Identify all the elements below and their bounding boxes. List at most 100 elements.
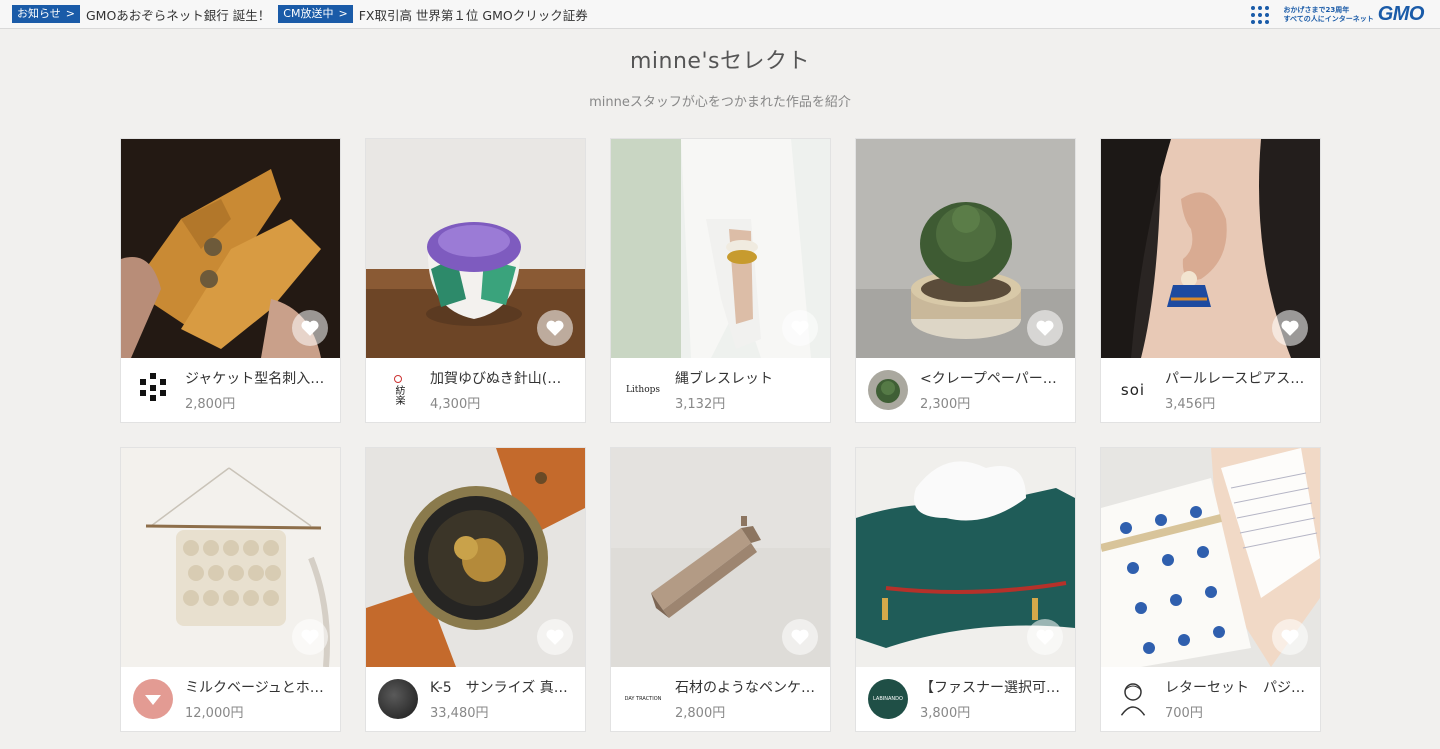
product-card[interactable]: LABINANDO 【ファスナー選択可】… 3,800円: [855, 447, 1076, 732]
product-image: [121, 139, 340, 358]
favorite-button[interactable]: [1027, 310, 1063, 346]
shop-avatar[interactable]: [133, 679, 173, 719]
snowflake-logo-icon: [140, 373, 166, 401]
shop-logo-text: 紡楽: [393, 385, 404, 405]
product-title[interactable]: ジャケット型名刺入…: [185, 368, 328, 388]
product-info: K-5 サンライズ 真… 33,480円: [366, 667, 585, 731]
section-title: minne'sセレクト: [630, 49, 810, 74]
favorite-button[interactable]: [292, 310, 328, 346]
product-title[interactable]: K-5 サンライズ 真…: [430, 677, 573, 697]
product-price: 3,800円: [920, 706, 971, 721]
product-card[interactable]: ミルクベージュとホ… 12,000円: [120, 447, 341, 732]
product-image: [856, 448, 1075, 667]
product-image: [856, 139, 1075, 358]
heart-icon: [1281, 629, 1299, 645]
gmo-topbar: お知らせ > GMOあおぞらネット銀行 誕生！ CM放送中 > FX取引高 世界第１…: [0, 0, 1440, 29]
heart-icon: [1036, 320, 1054, 336]
shop-logo-text: Lithops: [625, 385, 661, 395]
product-card[interactable]: ジャケット型名刺入… 2,800円: [120, 138, 341, 423]
favorite-button[interactable]: [537, 619, 573, 655]
product-grid: ジャケット型名刺入… 2,800円 紡楽 加賀ゆびぬき針山(小… 4,300円 …: [120, 138, 1321, 732]
section-heading: minne'sセレクト minneスタッフが心をつかまれた作品を紹介: [0, 43, 1440, 110]
heart-icon: [791, 320, 809, 336]
product-title[interactable]: パールレースピアス…: [1165, 368, 1308, 388]
gmo-group-area: おかげさまで23周年 すべての人にインターネット GMO: [1251, 3, 1425, 26]
product-card[interactable]: soi パールレースピアス… 3,456円: [1100, 138, 1321, 423]
product-price: 4,300円: [430, 397, 481, 412]
heart-icon: [301, 629, 319, 645]
heart-icon: [546, 629, 564, 645]
product-image: [366, 448, 585, 667]
shop-logo-text: LABINANDO: [873, 696, 903, 702]
cm-tag[interactable]: CM放送中 >: [278, 5, 353, 23]
product-info: DAY TRACTION 石材のようなペンケ… 2,800円: [611, 667, 830, 731]
shop-avatar[interactable]: [378, 679, 418, 719]
favorite-button[interactable]: [782, 619, 818, 655]
favorite-button[interactable]: [292, 619, 328, 655]
shop-logo-icon: [145, 695, 161, 705]
product-title[interactable]: レターセット パジ…: [1165, 677, 1308, 697]
product-price: 33,480円: [430, 706, 489, 721]
shop-avatar[interactable]: DAY TRACTION: [623, 679, 663, 719]
gmo-tagline: おかげさまで23周年 すべての人にインターネット: [1283, 5, 1374, 23]
favorite-button[interactable]: [782, 310, 818, 346]
news-link-bank[interactable]: GMOあおぞらネット銀行 誕生！: [86, 5, 270, 24]
product-info: Lithops 縄ブレスレット 3,132円: [611, 358, 830, 422]
shop-avatar[interactable]: [868, 370, 908, 410]
heart-icon: [301, 320, 319, 336]
product-title[interactable]: 【ファスナー選択可】…: [920, 677, 1063, 697]
shop-logo-text: soi: [1120, 381, 1146, 399]
product-title[interactable]: <クレープペーパーク…: [920, 368, 1063, 388]
favorite-button[interactable]: [1272, 310, 1308, 346]
product-card[interactable]: Lithops 縄ブレスレット 3,132円: [610, 138, 831, 423]
product-card[interactable]: レターセット パジ… 700円: [1100, 447, 1321, 732]
product-image: [1101, 448, 1320, 667]
product-price: 12,000円: [185, 706, 244, 721]
heart-icon: [546, 320, 564, 336]
product-image: [1101, 139, 1320, 358]
product-info: ミルクベージュとホ… 12,000円: [121, 667, 340, 731]
apps-grid-icon[interactable]: [1251, 5, 1270, 24]
shop-avatar[interactable]: soi: [1113, 370, 1153, 410]
shop-avatar[interactable]: [1113, 679, 1153, 719]
product-info: LABINANDO 【ファスナー選択可】… 3,800円: [856, 667, 1075, 731]
product-info: <クレープペーパーク… 2,300円: [856, 358, 1075, 422]
product-title[interactable]: 石材のようなペンケ…: [675, 677, 818, 697]
product-info: soi パールレースピアス… 3,456円: [1101, 358, 1320, 422]
gmo-logo: GMO: [1377, 3, 1425, 25]
product-price: 2,800円: [675, 706, 726, 721]
product-price: 2,800円: [185, 397, 236, 412]
shop-avatar[interactable]: [133, 370, 173, 410]
product-image: [366, 139, 585, 358]
product-image: [121, 448, 340, 667]
notice-tag[interactable]: お知らせ >: [12, 5, 80, 23]
gmo-logo-link[interactable]: おかげさまで23周年 すべての人にインターネット GMO: [1283, 3, 1424, 26]
heart-icon: [791, 629, 809, 645]
circle-logo-icon: [394, 375, 402, 383]
product-title[interactable]: 縄ブレスレット: [675, 368, 818, 388]
section-subtitle: minneスタッフが心をつかまれた作品を紹介: [589, 95, 851, 110]
product-card[interactable]: 紡楽 加賀ゆびぬき針山(小… 4,300円: [365, 138, 586, 423]
artichoke-avatar-icon: [876, 379, 900, 403]
shop-avatar[interactable]: 紡楽: [378, 370, 418, 410]
product-price: 2,300円: [920, 397, 971, 412]
shop-logo-text: DAY TRACTION: [624, 696, 662, 702]
shop-avatar[interactable]: LABINANDO: [868, 679, 908, 719]
favorite-button[interactable]: [1027, 619, 1063, 655]
product-price: 700円: [1165, 706, 1203, 721]
product-image: [611, 448, 830, 667]
product-price: 3,132円: [675, 397, 726, 412]
favorite-button[interactable]: [537, 310, 573, 346]
product-card[interactable]: K-5 サンライズ 真… 33,480円: [365, 447, 586, 732]
product-card[interactable]: <クレープペーパーク… 2,300円: [855, 138, 1076, 423]
product-image: [611, 139, 830, 358]
shop-avatar[interactable]: Lithops: [623, 370, 663, 410]
favorite-button[interactable]: [1272, 619, 1308, 655]
heart-icon: [1036, 629, 1054, 645]
product-info: 紡楽 加賀ゆびぬき針山(小… 4,300円: [366, 358, 585, 422]
product-title[interactable]: ミルクベージュとホ…: [185, 677, 328, 697]
product-title[interactable]: 加賀ゆびぬき針山(小…: [430, 368, 573, 388]
product-card[interactable]: DAY TRACTION 石材のようなペンケ… 2,800円: [610, 447, 831, 732]
news-link-fx[interactable]: FX取引高 世界第１位 GMOクリック証券: [359, 5, 588, 24]
product-info: レターセット パジ… 700円: [1101, 667, 1320, 731]
